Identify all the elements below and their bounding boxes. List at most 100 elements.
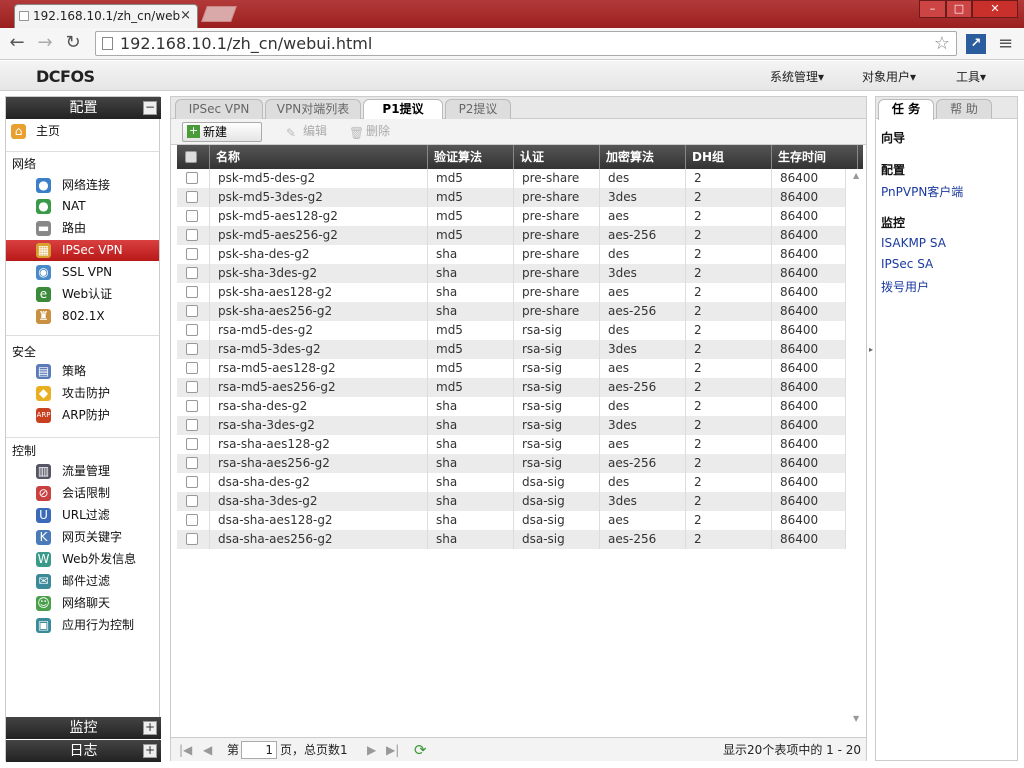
column-header-dh-group[interactable]: DH组 [686,145,772,169]
maximize-button[interactable]: □ [946,0,972,18]
browser-tab[interactable]: 192.168.10.1/zh_cn/web × [14,4,198,28]
table-scrollbar[interactable]: ▲ ▼ [851,169,863,725]
collapse-icon[interactable]: − [143,101,157,115]
row-checkbox[interactable] [186,324,198,336]
sidebar-item-network-chat[interactable]: ☺ 网络聊天 [6,593,159,614]
sidebar-item-web-auth[interactable]: e Web认证 [6,284,159,305]
sidebar-item-web-outbound[interactable]: W Web外发信息 [6,549,159,570]
delete-button[interactable]: 🗑 删除 [346,122,390,142]
extension-icon[interactable]: ↗ [966,34,986,54]
new-button[interactable]: + 新建 [182,122,262,142]
row-checkbox[interactable] [186,267,198,279]
address-bar[interactable]: 192.168.10.1/zh_cn/webui.html ☆ [95,31,957,56]
table-row[interactable]: rsa-md5-aes128-g2 md5 rsa-sig aes 2 86400 [177,359,846,378]
table-row[interactable]: dsa-sha-aes256-g2 sha dsa-sig aes-256 2 86400 [177,530,846,549]
table-row[interactable]: rsa-sha-aes128-g2 sha rsa-sig aes 2 86400 [177,435,846,454]
page-number-input[interactable]: 1 [241,741,277,759]
tab-ipsec-vpn[interactable]: IPSec VPN [175,99,263,119]
menu-tools[interactable]: 工具▾ [956,68,986,85]
table-row[interactable]: dsa-sha-des-g2 sha dsa-sig des 2 86400 [177,473,846,492]
row-checkbox[interactable] [186,248,198,260]
bookmark-star-icon[interactable]: ☆ [934,32,950,55]
table-row[interactable]: rsa-sha-3des-g2 sha rsa-sig 3des 2 86400 [177,416,846,435]
row-checkbox[interactable] [186,419,198,431]
browser-menu-icon[interactable]: ≡ [998,34,1013,54]
link-isakmp-sa[interactable]: ISAKMP SA [881,236,946,250]
sidebar-item-web-keyword[interactable]: K 网页关键字 [6,527,159,548]
row-checkbox[interactable] [186,286,198,298]
menu-system-management[interactable]: 系统管理▾ [770,68,824,85]
row-checkbox[interactable] [186,191,198,203]
row-checkbox[interactable] [186,343,198,355]
sidebar-item-url-filter[interactable]: U URL过滤 [6,505,159,526]
column-header-encryption[interactable]: 加密算法 [600,145,686,169]
sidebar-item-network-connection[interactable]: ● 网络连接 [6,175,159,196]
row-checkbox[interactable] [186,457,198,469]
sidebar-item-ssl-vpn[interactable]: ◉ SSL VPN [6,262,159,283]
table-row[interactable]: psk-sha-des-g2 sha pre-share des 2 86400 [177,245,846,264]
expand-icon[interactable]: + [143,721,157,735]
minimize-button[interactable]: – [919,0,946,18]
link-pnpvpn-client[interactable]: PnPVPN客户端 [881,183,963,200]
table-row[interactable]: psk-md5-aes256-g2 md5 pre-share aes-256 2 864… [177,226,846,245]
close-window-button[interactable]: ✕ [972,0,1018,18]
sidebar-item-traffic-management[interactable]: ▥ 流量管理 [6,461,159,482]
table-row[interactable]: psk-sha-3des-g2 sha pre-share 3des 2 86400 [177,264,846,283]
table-row[interactable]: dsa-sha-3des-g2 sha dsa-sig 3des 2 86400 [177,492,846,511]
sidebar-item-ipsec-vpn[interactable]: ▦ IPSec VPN [6,240,159,261]
first-page-icon[interactable]: |◀ [179,738,192,762]
edit-button[interactable]: ✎ 编辑 [283,122,327,142]
table-row[interactable]: rsa-md5-3des-g2 md5 rsa-sig 3des 2 86400 [177,340,846,359]
table-row[interactable]: rsa-sha-aes256-g2 sha rsa-sig aes-256 2 86400 [177,454,846,473]
table-row[interactable]: psk-md5-des-g2 md5 pre-share des 2 86400 [177,169,846,188]
tab-p1-proposal[interactable]: P1提议 [363,99,443,120]
row-checkbox[interactable] [186,514,198,526]
refresh-icon[interactable]: ⟳ [414,738,427,762]
sidebar-item-8021x[interactable]: ♜ 802.1X [6,306,159,327]
sidebar-item-nat[interactable]: ● NAT [6,196,159,217]
sidebar-item-session-limit[interactable]: ⊘ 会话限制 [6,483,159,504]
panel-splitter-icon[interactable]: ▸ [869,345,873,354]
prev-page-icon[interactable]: ◀ [203,738,212,762]
reload-icon[interactable]: ↻ [62,32,84,54]
table-row[interactable]: psk-md5-aes128-g2 md5 pre-share aes 2 86400 [177,207,846,226]
row-checkbox[interactable] [186,476,198,488]
last-page-icon[interactable]: ▶| [386,738,399,762]
tab-p2-proposal[interactable]: P2提议 [445,99,511,119]
column-header-auth[interactable]: 认证 [514,145,600,169]
expand-icon[interactable]: + [143,744,157,758]
sidebar-item-arp-defense[interactable]: ARP ARP防护 [6,405,159,426]
table-row[interactable]: psk-sha-aes256-g2 sha pre-share aes-256 2 864… [177,302,846,321]
sidebar-item-policy[interactable]: ▤ 策略 [6,361,159,382]
table-row[interactable]: dsa-sha-aes128-g2 sha dsa-sig aes 2 86400 [177,511,846,530]
scroll-down-icon[interactable]: ▼ [853,714,859,723]
table-row[interactable]: psk-sha-aes128-g2 sha pre-share aes 2 86400 [177,283,846,302]
table-row[interactable]: rsa-sha-des-g2 sha rsa-sig des 2 86400 [177,397,846,416]
sidebar-item-attack-defense[interactable]: ◆ 攻击防护 [6,383,159,404]
row-checkbox[interactable] [186,438,198,450]
sidebar-item-mail-filter[interactable]: ✉ 邮件过滤 [6,571,159,592]
row-checkbox[interactable] [186,305,198,317]
sidebar-item-app-control[interactable]: ▣ 应用行为控制 [6,615,159,636]
row-checkbox[interactable] [186,495,198,507]
scroll-up-icon[interactable]: ▲ [853,171,859,180]
table-row[interactable]: rsa-md5-des-g2 md5 rsa-sig des 2 86400 [177,321,846,340]
row-checkbox[interactable] [186,362,198,374]
column-header-name[interactable]: 名称 [210,145,428,169]
forward-arrow-icon[interactable]: → [34,32,56,54]
select-all-checkbox[interactable] [185,151,197,163]
new-tab-button[interactable] [201,6,237,22]
close-tab-icon[interactable]: × [180,5,191,27]
row-checkbox[interactable] [186,229,198,241]
tab-vpn-peer-list[interactable]: VPN对端列表 [265,99,361,119]
row-checkbox[interactable] [186,210,198,222]
row-checkbox[interactable] [186,533,198,545]
column-header-lifetime[interactable]: 生存时间 [772,145,858,169]
row-checkbox[interactable] [186,381,198,393]
tab-help[interactable]: 帮 助 [936,99,992,119]
sidebar-config-header[interactable]: 配置 − [6,97,161,119]
link-ipsec-sa[interactable]: IPSec SA [881,257,933,271]
table-row[interactable]: rsa-md5-aes256-g2 md5 rsa-sig aes-256 2 86400 [177,378,846,397]
sidebar-log-header[interactable]: 日志 + [6,740,161,762]
back-arrow-icon[interactable]: ← [6,32,28,54]
